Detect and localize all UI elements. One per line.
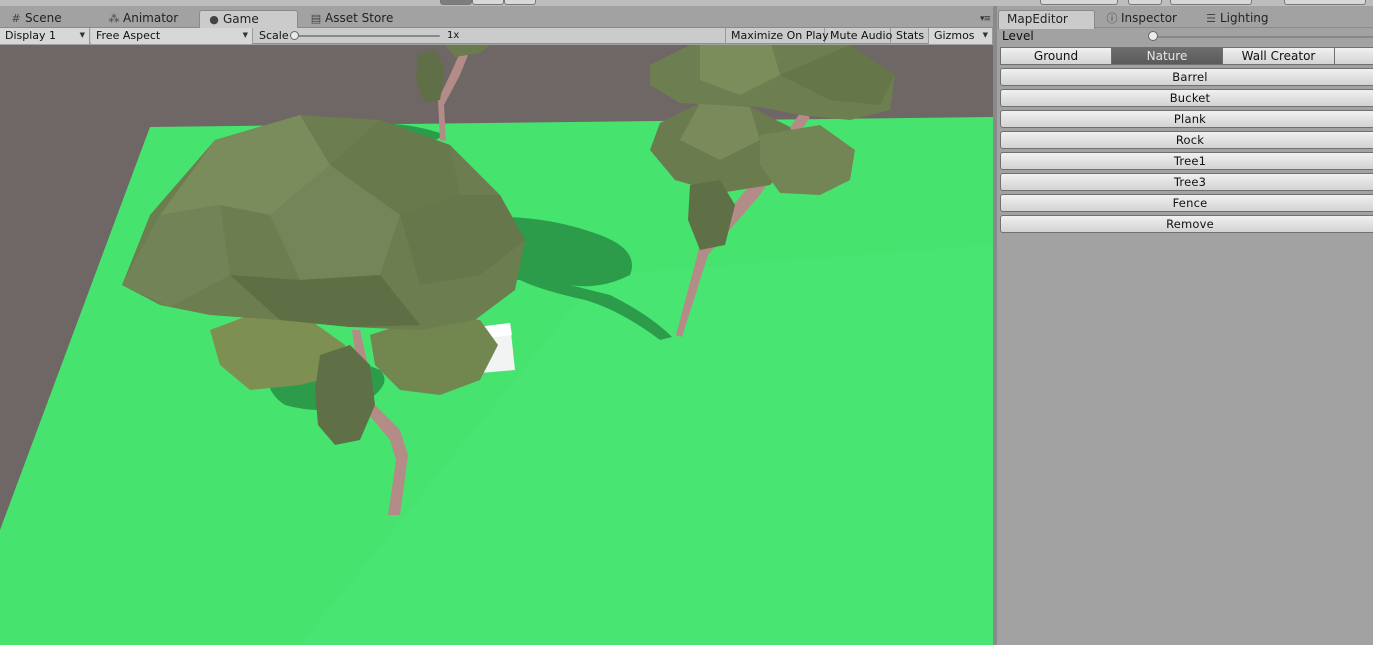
stats-toggle[interactable]: Stats	[891, 28, 929, 44]
animator-icon: ⁂	[108, 12, 120, 25]
item-rock-button[interactable]: Rock	[1000, 131, 1373, 149]
chevron-down-icon: ▼	[79, 31, 85, 39]
aspect-dropdown[interactable]: Free Aspect ▼	[91, 28, 253, 44]
category-nature[interactable]: Nature	[1111, 47, 1223, 65]
scale-label: Scale	[259, 29, 289, 42]
cloud-button[interactable]	[1128, 0, 1162, 5]
store-icon: ▤	[310, 12, 322, 25]
map-editor-dock: MapEditor ⓘ Inspector ☰ Lighting Level Gro…	[997, 6, 1373, 645]
tab-animator[interactable]: ⁂ Animator	[100, 10, 179, 28]
tab-scene[interactable]: # Scene	[2, 10, 61, 28]
tab-game[interactable]: ● Game	[199, 10, 298, 29]
account-button[interactable]	[1170, 0, 1252, 5]
lighting-icon: ☰	[1206, 12, 1216, 25]
right-tabbar: MapEditor ⓘ Inspector ☰ Lighting	[997, 6, 1373, 29]
game-icon: ●	[209, 13, 219, 26]
tab-map-editor[interactable]: MapEditor	[998, 10, 1095, 29]
level-label: Level	[1002, 29, 1034, 43]
scale-slider-track[interactable]	[294, 35, 440, 37]
play-button[interactable]	[440, 0, 472, 5]
level-row: Level	[997, 28, 1373, 45]
level-slider-thumb[interactable]	[1148, 31, 1158, 41]
tab-inspector[interactable]: ⓘ Inspector	[1098, 10, 1177, 28]
item-remove-button[interactable]: Remove	[1000, 215, 1373, 233]
pause-button[interactable]	[472, 0, 504, 5]
item-bucket-button[interactable]: Bucket	[1000, 89, 1373, 107]
layers-button[interactable]	[1284, 0, 1366, 5]
game-toolbar: Display 1 ▼ Free Aspect ▼ Scale 1x Maximiz…	[0, 28, 993, 44]
left-tabbar: # Scene ⁂ Animator ● Game ▤ Asset Store ▾≡	[0, 6, 993, 29]
dock-menu-icon[interactable]: ▾≡	[980, 14, 991, 24]
hash-icon: #	[11, 12, 21, 25]
game-scene-render	[0, 45, 993, 645]
collab-button[interactable]	[1040, 0, 1118, 5]
category-ground[interactable]: Ground	[1000, 47, 1112, 65]
category-toolbar: Ground Nature Wall Creator	[1000, 47, 1373, 65]
scale-slider-thumb[interactable]	[290, 31, 299, 40]
item-fence-button[interactable]: Fence	[1000, 194, 1373, 212]
display-dropdown[interactable]: Display 1 ▼	[0, 28, 90, 44]
info-icon: ⓘ	[1106, 12, 1118, 25]
level-slider-track[interactable]	[1152, 36, 1373, 38]
game-dock: # Scene ⁂ Animator ● Game ▤ Asset Store ▾≡ D…	[0, 6, 993, 645]
chevron-down-icon: ▼	[982, 31, 988, 39]
scale-value: 1x	[447, 30, 460, 41]
tab-lighting[interactable]: ☰ Lighting	[1197, 10, 1268, 28]
chevron-down-icon: ▼	[242, 31, 248, 39]
game-viewport[interactable]	[0, 45, 993, 645]
category-overflow[interactable]	[1334, 47, 1373, 65]
tab-asset-store[interactable]: ▤ Asset Store	[302, 10, 394, 28]
item-barrel-button[interactable]: Barrel	[1000, 68, 1373, 86]
gizmos-dropdown[interactable]: Gizmos ▼	[929, 28, 993, 44]
item-tree1-button[interactable]: Tree1	[1000, 152, 1373, 170]
mute-audio-toggle[interactable]: Mute Audio	[825, 28, 892, 44]
item-plank-button[interactable]: Plank	[1000, 110, 1373, 128]
category-wall-creator[interactable]: Wall Creator	[1222, 47, 1335, 65]
maximize-on-play-toggle[interactable]: Maximize On Play	[725, 28, 829, 44]
item-tree3-button[interactable]: Tree3	[1000, 173, 1373, 191]
step-button[interactable]	[504, 0, 536, 5]
